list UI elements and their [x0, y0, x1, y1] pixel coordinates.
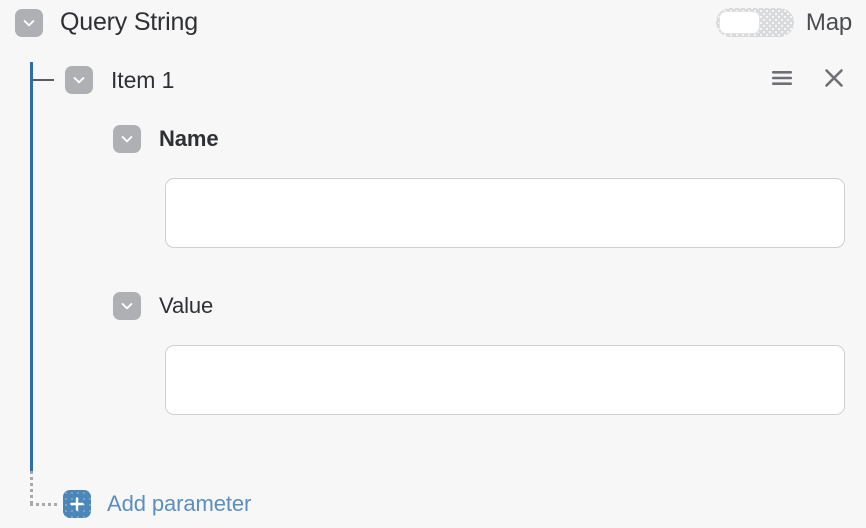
value-field-label-row: Value [113, 292, 213, 320]
map-toggle-knob [719, 11, 760, 34]
item-title: Item 1 [111, 67, 174, 94]
name-input[interactable] [165, 178, 845, 248]
map-toggle[interactable] [716, 8, 794, 37]
close-icon [821, 65, 847, 96]
chevron-down-icon [21, 15, 37, 31]
plus-icon [63, 490, 91, 518]
map-toggle-label: Map [806, 9, 852, 37]
item-menu-button[interactable] [768, 66, 796, 94]
value-disclosure-chevron[interactable] [113, 292, 141, 320]
chevron-down-icon [119, 298, 135, 314]
query-string-disclosure-chevron[interactable] [15, 9, 43, 37]
value-field-label: Value [159, 293, 213, 319]
item-close-button[interactable] [820, 66, 848, 94]
name-field-label-row: Name [113, 125, 219, 153]
item-row: Item 1 [0, 66, 866, 94]
tree-spine-dotted [30, 471, 33, 505]
name-field-label: Name [159, 126, 219, 152]
add-parameter-label: Add parameter [107, 491, 251, 517]
header-right-controls: Map [716, 0, 852, 45]
query-string-header: Query String Map [0, 0, 866, 45]
chevron-down-icon [119, 131, 135, 147]
page-title: Query String [60, 8, 198, 37]
item-disclosure-chevron[interactable] [65, 66, 93, 94]
name-disclosure-chevron[interactable] [113, 125, 141, 153]
item-actions [768, 66, 848, 94]
hamburger-menu-icon [769, 65, 795, 96]
value-input[interactable] [165, 345, 845, 415]
tree-spine [30, 62, 33, 471]
chevron-down-icon [71, 72, 87, 88]
add-parameter-button[interactable]: Add parameter [63, 490, 251, 518]
tree-spine-dotted-connector [30, 503, 60, 506]
